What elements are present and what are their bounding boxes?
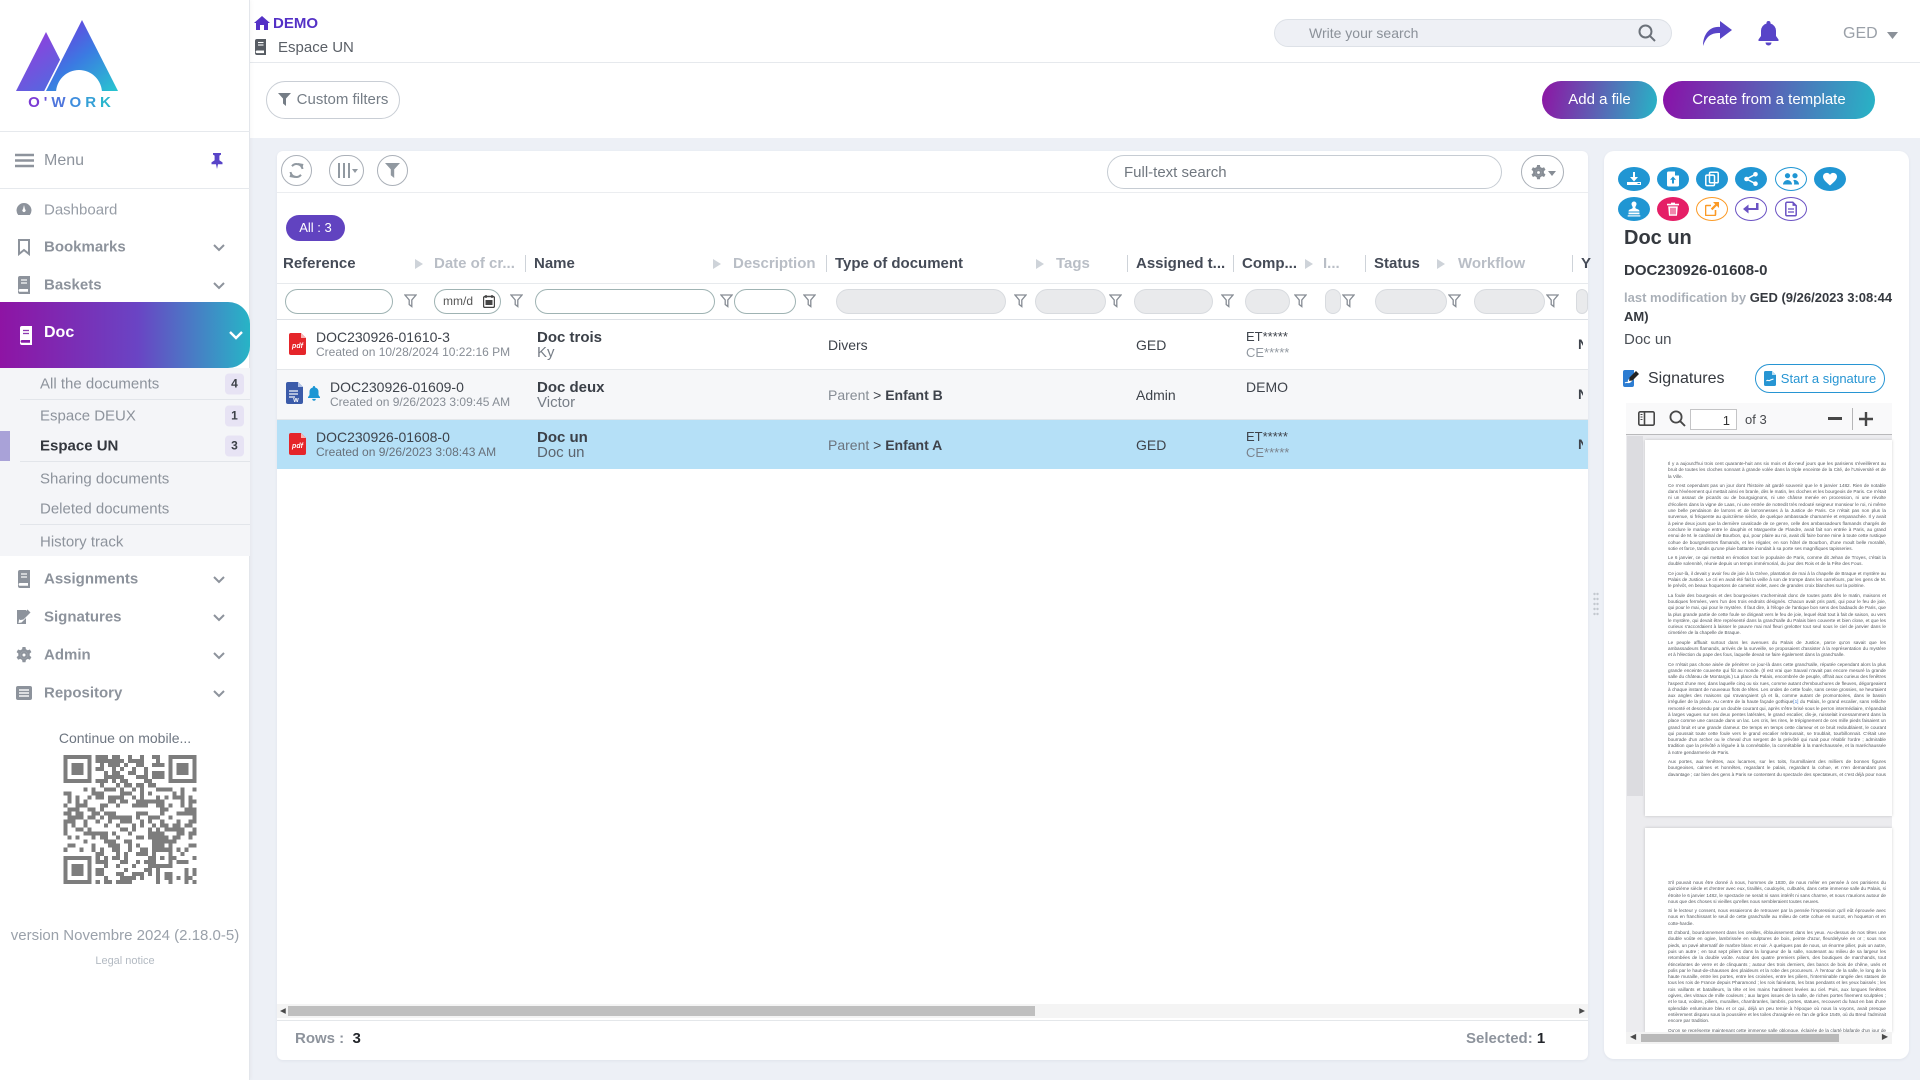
svg-text:w: w: [292, 397, 299, 404]
svg-text:pdf: pdf: [291, 343, 304, 350]
svg-text:pdf: pdf: [291, 443, 304, 450]
